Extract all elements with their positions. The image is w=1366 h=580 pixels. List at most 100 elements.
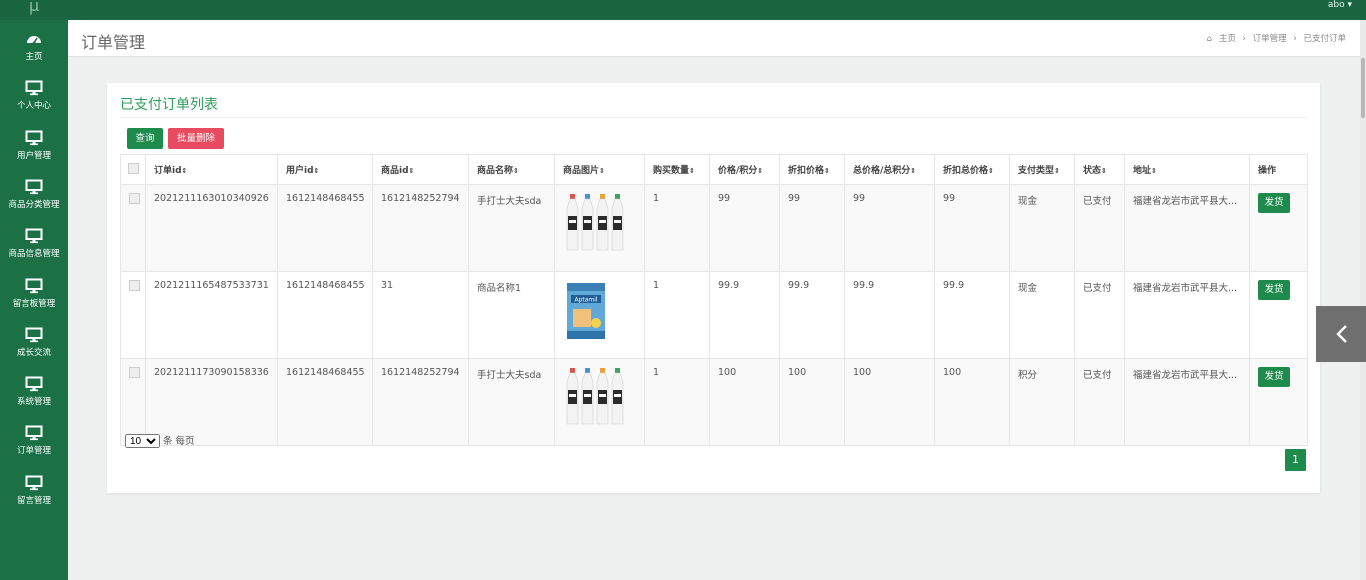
column-header-label: 支付类型 — [1018, 166, 1055, 176]
cell-value: 1612148468455 — [286, 193, 365, 204]
sort-icon[interactable]: ⇕ — [1101, 167, 1107, 175]
logo: μ — [29, 0, 40, 15]
cell-value: 99 — [853, 193, 866, 204]
sort-icon[interactable]: ⇕ — [689, 167, 695, 175]
ship-button[interactable]: 发货 — [1258, 367, 1290, 387]
monitor-icon — [25, 327, 43, 342]
column-header[interactable]: 商品名称⇕ — [468, 154, 555, 185]
column-header[interactable]: 支付类型⇕ — [1009, 154, 1075, 185]
sidebar-item-8[interactable]: 订单管理 — [0, 418, 68, 467]
cell-image — [554, 184, 645, 272]
row-checkbox[interactable] — [129, 367, 140, 378]
cell-name: 商品名称1 — [468, 271, 555, 359]
sort-icon[interactable]: ⇕ — [757, 167, 763, 175]
monitor-icon — [25, 130, 43, 145]
column-header[interactable]: 价格/积分⇕ — [709, 154, 780, 185]
cell-discount-total: 99.9 — [934, 271, 1010, 359]
cell-total: 100 — [844, 358, 935, 446]
monitor-icon — [25, 278, 43, 293]
monitor-icon — [25, 475, 43, 490]
cell-total: 99 — [844, 184, 935, 272]
breadcrumb-home[interactable]: 主页 — [1219, 34, 1236, 44]
page-size-suffix: 条 每页 — [163, 436, 195, 447]
sort-icon[interactable]: ⇕ — [1054, 167, 1060, 175]
sort-icon[interactable]: ⇕ — [409, 167, 415, 175]
page-title: 订单管理 — [81, 33, 146, 52]
batch-delete-button[interactable]: 批量删除 — [168, 128, 224, 149]
query-button[interactable]: 查询 — [127, 128, 163, 149]
cell-value: 99.9 — [788, 280, 810, 291]
sort-icon[interactable]: ⇕ — [910, 167, 916, 175]
sidebar-item-label: 系统管理 — [16, 397, 51, 408]
column-header[interactable]: 商品图片⇕ — [554, 154, 645, 185]
ship-button[interactable]: 发货 — [1258, 280, 1290, 300]
row-select-cell[interactable] — [120, 184, 146, 272]
cell-discount-total: 100 — [934, 358, 1010, 446]
cell-action: 发货 — [1249, 184, 1308, 272]
column-header[interactable]: 用户id⇕ — [277, 154, 373, 185]
sidebar-item-2[interactable]: 用户管理 — [0, 123, 68, 172]
column-header[interactable]: 折扣价格⇕ — [779, 154, 845, 185]
breadcrumb-current: 已支付订单 — [1303, 34, 1346, 44]
cell-value: 1612148252794 — [381, 367, 460, 378]
scroll-thumb[interactable] — [1361, 58, 1365, 118]
column-header[interactable]: 购买数量⇕ — [644, 154, 710, 185]
sort-icon[interactable]: ⇕ — [182, 167, 188, 175]
page-button-current[interactable]: 1 — [1285, 449, 1306, 471]
row-checkbox[interactable] — [129, 193, 140, 204]
product-image-milk-bottles — [566, 368, 624, 425]
column-header[interactable]: 订单id⇕ — [145, 154, 278, 185]
cell-value: 福建省龙岩市武平县大... — [1133, 283, 1238, 294]
card-title: 已支付订单列表 — [120, 97, 218, 113]
svg-text:Aptamil: Aptamil — [574, 297, 597, 304]
sidebar-item-6[interactable]: 成长交流 — [0, 320, 68, 369]
sidebar-item-3[interactable]: 商品分类管理 — [0, 172, 68, 221]
sidebar-item-0[interactable]: 主页 — [0, 24, 68, 73]
cell-value: 99.9 — [718, 280, 740, 291]
cell-value: 1 — [653, 367, 660, 378]
sidebar-item-7[interactable]: 系统管理 — [0, 369, 68, 418]
column-header[interactable]: 折扣总价格⇕ — [934, 154, 1010, 185]
breadcrumb-orders[interactable]: 订单管理 — [1253, 34, 1287, 44]
sort-icon[interactable]: ⇕ — [599, 167, 605, 175]
cell-value: 手打士大夫sda — [477, 196, 542, 207]
page-scrollbar[interactable] — [1360, 20, 1366, 580]
breadcrumb-separator: › — [1242, 34, 1246, 44]
product-image-formula-can: Aptamil — [567, 283, 605, 339]
select-all-header[interactable] — [120, 154, 146, 185]
page-size-select[interactable]: 10 — [125, 434, 160, 448]
table-row: 20212111654875337​31 1612148468455 31 商品名称1… — [120, 271, 1308, 359]
column-header[interactable]: 状态⇕ — [1074, 154, 1125, 185]
sort-icon[interactable]: ⇕ — [513, 167, 519, 175]
select-all-checkbox[interactable] — [128, 162, 139, 174]
column-header-label: 折扣价格 — [788, 166, 825, 176]
ship-button[interactable]: 发货 — [1258, 193, 1290, 213]
side-panel-toggle[interactable] — [1316, 306, 1366, 362]
cell-value: 31 — [381, 280, 394, 291]
cell-qty: 1 — [644, 358, 710, 446]
column-header[interactable]: 商品id⇕ — [372, 154, 469, 185]
column-header[interactable]: 总价格/总积分⇕ — [844, 154, 935, 185]
cell-value: 20212111654875337​31 — [154, 280, 269, 291]
cell-value: 福建省龙岩市武平县大... — [1133, 370, 1238, 381]
column-header-label: 地址 — [1133, 166, 1152, 176]
column-header[interactable]: 地址⇕ — [1124, 154, 1250, 185]
sidebar-item-9[interactable]: 留言管理 — [0, 468, 68, 517]
cell-pay-type: 现金 — [1009, 184, 1075, 272]
sidebar-item-label: 主页 — [25, 52, 43, 62]
cell-value: 20212111730901583​36 — [154, 367, 269, 378]
sidebar-item-1[interactable]: 个人中心 — [0, 73, 68, 122]
cell-goods-id: 1612148252794 — [372, 358, 469, 446]
row-checkbox[interactable] — [129, 280, 140, 291]
row-select-cell[interactable] — [120, 271, 146, 359]
sort-icon[interactable]: ⇕ — [988, 167, 994, 175]
sidebar-item-label: 成长交流 — [16, 347, 51, 358]
cell-value: 99 — [718, 193, 731, 204]
sort-icon[interactable]: ⇕ — [314, 167, 320, 175]
sort-icon[interactable]: ⇕ — [1151, 167, 1157, 175]
user-menu[interactable]: abo ▾ — [1328, 0, 1352, 10]
sidebar-item-4[interactable]: 商品信息管理 — [0, 221, 68, 270]
chevron-left-icon — [1336, 325, 1347, 343]
sidebar-item-5[interactable]: 留言板管理 — [0, 271, 68, 320]
sort-icon[interactable]: ⇕ — [824, 167, 830, 175]
